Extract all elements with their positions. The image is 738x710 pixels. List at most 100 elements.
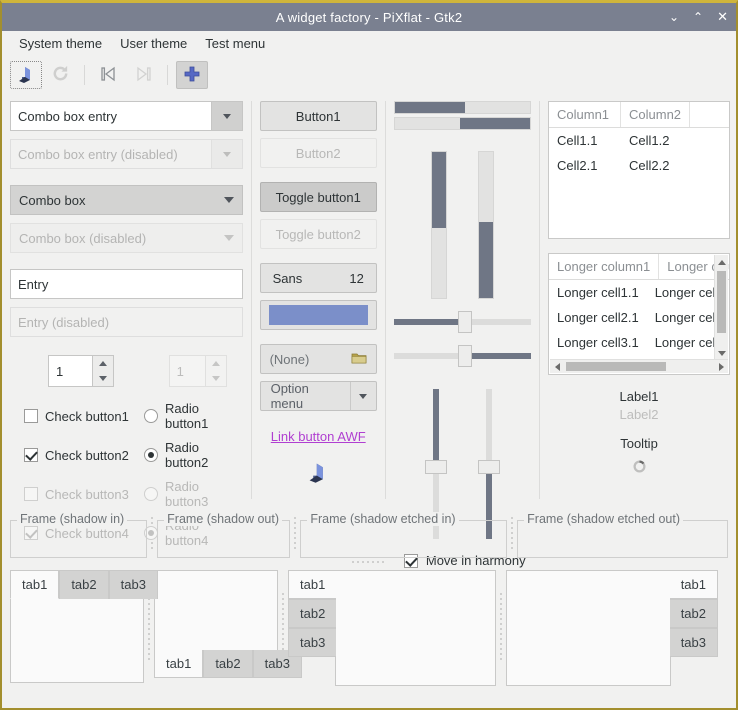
- refresh-icon: [51, 64, 70, 86]
- scale-handle[interactable]: [425, 460, 448, 474]
- scale-handle[interactable]: [458, 311, 473, 333]
- tree-view-2-column-1[interactable]: Longer column1: [549, 254, 660, 279]
- toolbar-goto-last-button[interactable]: [127, 61, 159, 89]
- chevron-up-icon[interactable]: [99, 361, 107, 366]
- frame-shadow-in-label: Frame (shadow in): [17, 512, 128, 526]
- vertical-scrollbar[interactable]: [714, 255, 729, 360]
- tab-3[interactable]: tab3: [669, 628, 718, 657]
- image-widget: [260, 460, 377, 487]
- radio-button-1[interactable]: Radio button1: [144, 401, 243, 431]
- spin-button[interactable]: 1: [48, 355, 114, 387]
- notebook-tabs-right: tab1 tab2 tab3: [506, 570, 718, 686]
- table-row[interactable]: Longer cell3.1 Longer cell3.2: [549, 330, 729, 355]
- menu-test-menu[interactable]: Test menu: [196, 34, 274, 53]
- radio-button-3-label: Radio button3: [165, 479, 209, 509]
- horizontal-scrollbar-thumb[interactable]: [566, 362, 667, 371]
- spin-button-disabled-value: 1: [168, 355, 205, 387]
- pane-handle-horizontal[interactable]: [2, 558, 736, 566]
- close-icon[interactable]: ✕: [717, 11, 728, 24]
- scroll-left-icon[interactable]: [550, 360, 564, 373]
- horizontal-scale-bottom[interactable]: [393, 345, 532, 367]
- tab-2[interactable]: tab2: [203, 650, 253, 678]
- checkbox-checked-icon[interactable]: [24, 448, 38, 462]
- toolbar-goto-first-button[interactable]: [93, 61, 125, 89]
- radio-selected-icon[interactable]: [144, 448, 158, 462]
- pane-handle[interactable]: [507, 511, 517, 557]
- scale-handle[interactable]: [458, 345, 473, 367]
- maximize-icon[interactable]: ⌃: [693, 11, 703, 23]
- table-row[interactable]: Longer cell1.1 Longer cell1.2: [549, 280, 729, 305]
- combo-box-entry[interactable]: Combo box entry: [10, 101, 243, 131]
- toolbar-refresh-button[interactable]: [44, 61, 76, 89]
- radio-button-2[interactable]: Radio button2: [144, 440, 243, 470]
- tab-2[interactable]: tab2: [288, 599, 337, 628]
- button-1[interactable]: Button1: [259, 101, 377, 131]
- pane-handle[interactable]: [496, 570, 506, 686]
- cell: Cell1.1: [557, 133, 598, 148]
- spin-button-steppers[interactable]: [92, 355, 114, 387]
- tab-2[interactable]: tab2: [59, 570, 109, 599]
- pane-handle[interactable]: [290, 511, 300, 557]
- button-2: Button2: [259, 138, 377, 168]
- tab-1[interactable]: tab1: [669, 570, 718, 599]
- horizontal-scale-top[interactable]: [393, 311, 532, 333]
- check-button-2-label: Check button2: [45, 447, 129, 463]
- tab-3[interactable]: tab3: [108, 570, 158, 599]
- table-row[interactable]: Longer cell2.1 Longer cell2.2: [549, 305, 729, 330]
- column-inputs: Combo box entry Combo box entry (disable…: [2, 97, 251, 548]
- tab-3[interactable]: tab3: [288, 628, 337, 657]
- scroll-right-icon[interactable]: [714, 360, 728, 373]
- tab-1[interactable]: tab1: [288, 570, 337, 599]
- vertical-scale-right[interactable]: [477, 389, 500, 539]
- vertical-scrollbar-thumb[interactable]: [717, 271, 727, 333]
- toggle-button-1[interactable]: Toggle button1: [259, 182, 377, 212]
- tab-1[interactable]: tab1: [10, 570, 60, 599]
- radio-button-1-label: Radio button1: [165, 401, 209, 431]
- spin-button-value[interactable]: 1: [48, 355, 92, 387]
- table-row[interactable]: Cell2.1 Cell2.2: [549, 153, 729, 178]
- column-buttons: Button1 Button2 Toggle button1 Toggle bu…: [252, 97, 385, 505]
- link-button[interactable]: Link button AWF: [260, 429, 377, 444]
- tab-1[interactable]: tab1: [154, 650, 204, 678]
- toolbar-add-button[interactable]: [176, 61, 208, 89]
- vertical-progress-bars: [394, 133, 531, 299]
- horizontal-scrollbar[interactable]: [550, 359, 729, 373]
- font-button-family: Sans: [272, 270, 303, 286]
- check-button-2[interactable]: Check button2: [24, 440, 144, 470]
- tree-view-1-column-1[interactable]: Column1: [549, 102, 622, 127]
- scale-handle[interactable]: [477, 460, 500, 474]
- tooltip-label[interactable]: Tooltip: [548, 436, 730, 451]
- tree-view-2[interactable]: Longer column1 Longer column2 Longer cel…: [548, 253, 731, 375]
- table-row[interactable]: Cell1.1 Cell1.2: [549, 128, 729, 153]
- combo-box[interactable]: Combo box: [10, 185, 243, 215]
- color-button[interactable]: [259, 300, 377, 330]
- window-controls: ⌄ ⌃ ✕: [669, 3, 728, 31]
- spin-button-disabled-steppers: [204, 355, 227, 387]
- option-menu-button[interactable]: Option menu: [259, 381, 377, 411]
- file-chooser-button[interactable]: (None): [259, 344, 377, 374]
- checkbox-icon[interactable]: [24, 409, 38, 423]
- notebook-tabs-top-tabstrip: tab1 tab2 tab3: [10, 570, 158, 599]
- radio-icon[interactable]: [144, 409, 158, 423]
- label-1: Label1: [619, 389, 659, 404]
- scroll-up-icon[interactable]: [715, 255, 728, 269]
- chevron-down-icon[interactable]: [99, 376, 107, 381]
- tree-view-1[interactable]: Column1 Column2 Cell1.1 Cell1.2 Cell2.1 …: [548, 101, 731, 239]
- check-button-1[interactable]: Check button1: [24, 401, 144, 431]
- tab-2[interactable]: tab2: [669, 599, 718, 628]
- pane-handle-dots: [511, 517, 514, 551]
- scroll-down-icon[interactable]: [715, 346, 728, 360]
- chevron-down-icon: [223, 197, 234, 203]
- chevron-down-icon[interactable]: [351, 393, 376, 399]
- chevron-down-icon: [210, 140, 242, 168]
- menu-user-theme[interactable]: User theme: [111, 34, 196, 53]
- menu-system-theme[interactable]: System theme: [10, 34, 111, 53]
- tree-view-1-column-2[interactable]: Column2: [621, 102, 691, 127]
- scale-fill: [433, 389, 440, 467]
- minimize-icon[interactable]: ⌄: [669, 11, 679, 23]
- entry-input[interactable]: Entry: [10, 269, 243, 299]
- chevron-down-icon[interactable]: [210, 102, 242, 130]
- toolbar-widget-factory-button[interactable]: [10, 61, 42, 89]
- font-button[interactable]: Sans 12: [259, 263, 377, 293]
- combo-box-entry-value: Combo box entry: [18, 108, 117, 124]
